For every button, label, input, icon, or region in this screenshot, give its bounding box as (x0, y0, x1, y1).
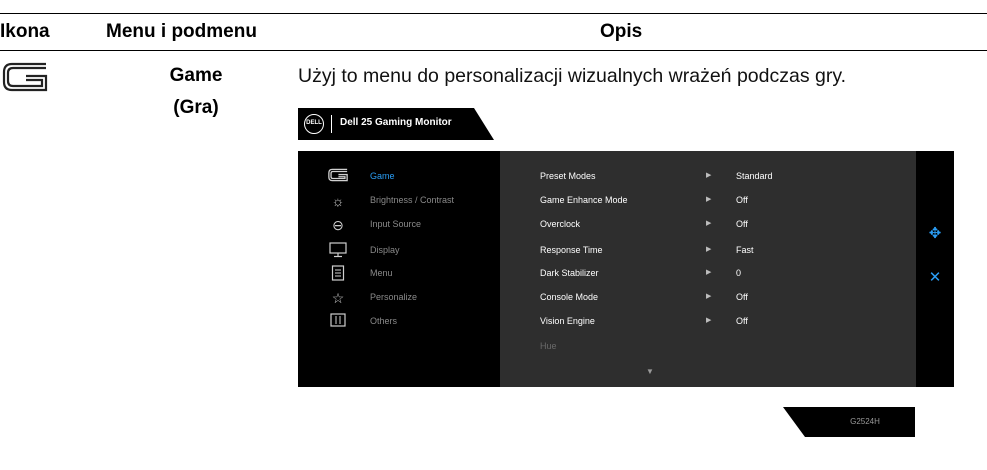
menu-name: Game (169, 65, 223, 86)
setting-console-mode[interactable]: Console Mode ▶ Off (500, 287, 916, 311)
brightness-icon: ☼ (331, 193, 345, 209)
display-icon (328, 242, 348, 260)
osd-title-tab: DELL Dell 25 Gaming Monitor (298, 108, 494, 140)
setting-label: Response Time (540, 245, 603, 255)
star-icon: ☆ (331, 290, 345, 306)
setting-value: Standard (736, 171, 773, 181)
others-icon (328, 313, 348, 331)
arrow-right-icon: ▶ (706, 293, 712, 300)
input-source-icon: ⊖ (332, 217, 344, 233)
scroll-down-icon[interactable]: ▼ (646, 367, 654, 376)
header-rule (0, 50, 987, 51)
nav-item-game[interactable]: Game (298, 166, 500, 190)
model-name: G2524H (850, 417, 880, 426)
header-icon: Ikona (0, 21, 50, 42)
setting-overclock[interactable]: Overclock ▶ Off (500, 214, 916, 238)
game-icon (328, 168, 348, 186)
table-top-rule (0, 13, 987, 14)
osd-controls-panel: ✥ ✕ (916, 151, 954, 387)
setting-vision-engine[interactable]: Vision Engine ▶ Off (500, 311, 916, 335)
nav-label: Personalize (370, 292, 418, 302)
nav-item-personalize[interactable]: ☆ Personalize (298, 287, 500, 311)
osd-nav-panel: Game ☼ Brightness / Contrast ⊖ Input Sou… (298, 151, 500, 387)
setting-label: Hue (540, 341, 557, 351)
header-menu: Menu i podmenu (106, 21, 257, 42)
setting-label: Game Enhance Mode (540, 195, 628, 205)
nav-item-others[interactable]: Others (298, 311, 500, 335)
setting-value: Fast (736, 245, 754, 255)
nav-item-input-source[interactable]: ⊖ Input Source (298, 214, 500, 238)
nav-label: Input Source (370, 219, 422, 229)
setting-label: Dark Stabilizer (540, 268, 599, 278)
nav-item-brightness-contrast[interactable]: ☼ Brightness / Contrast (298, 190, 500, 214)
setting-label: Preset Modes (540, 171, 596, 181)
move-icon[interactable]: ✥ (916, 224, 954, 242)
setting-dark-stabilizer[interactable]: Dark Stabilizer ▶ 0 (500, 263, 916, 287)
menu-icon (328, 265, 348, 283)
arrow-right-icon: ▶ (706, 220, 712, 227)
setting-label: Console Mode (540, 292, 599, 302)
setting-hue[interactable]: Hue (500, 336, 916, 360)
nav-label: Others (370, 316, 398, 326)
arrow-right-icon: ▶ (706, 317, 712, 324)
menu-name-translation: (Gra) (173, 97, 219, 118)
title-separator (331, 115, 332, 133)
nav-item-menu[interactable]: Menu (298, 263, 500, 287)
description-text: Użyj to menu do personalizacji wizualnyc… (298, 65, 847, 87)
nav-label: Brightness / Contrast (370, 195, 455, 205)
arrow-right-icon: ▶ (706, 246, 712, 253)
nav-label: Game (370, 171, 395, 181)
setting-label: Vision Engine (540, 316, 595, 326)
setting-value: Off (736, 219, 748, 229)
setting-label: Overclock (540, 219, 581, 229)
game-icon (2, 62, 48, 92)
close-icon[interactable]: ✕ (916, 268, 954, 286)
arrow-right-icon: ▶ (706, 196, 712, 203)
setting-value: Off (736, 195, 748, 205)
setting-value: Off (736, 292, 748, 302)
setting-response-time[interactable]: Response Time ▶ Fast (500, 240, 916, 264)
dell-logo: DELL (304, 114, 324, 134)
nav-label: Menu (370, 268, 393, 278)
osd-title: Dell 25 Gaming Monitor (340, 117, 452, 128)
setting-value: 0 (736, 268, 742, 278)
arrow-right-icon: ▶ (706, 269, 712, 276)
setting-value: Off (736, 316, 748, 326)
nav-label: Display (370, 245, 400, 255)
nav-item-display[interactable]: Display (298, 240, 500, 264)
osd-settings-panel: Preset Modes ▶ Standard Game Enhance Mod… (500, 151, 916, 387)
model-tag: G2524H (783, 407, 915, 437)
arrow-right-icon: ▶ (706, 172, 712, 179)
setting-game-enhance-mode[interactable]: Game Enhance Mode ▶ Off (500, 190, 916, 214)
setting-preset-modes[interactable]: Preset Modes ▶ Standard (500, 166, 916, 190)
header-description: Opis (600, 21, 643, 42)
